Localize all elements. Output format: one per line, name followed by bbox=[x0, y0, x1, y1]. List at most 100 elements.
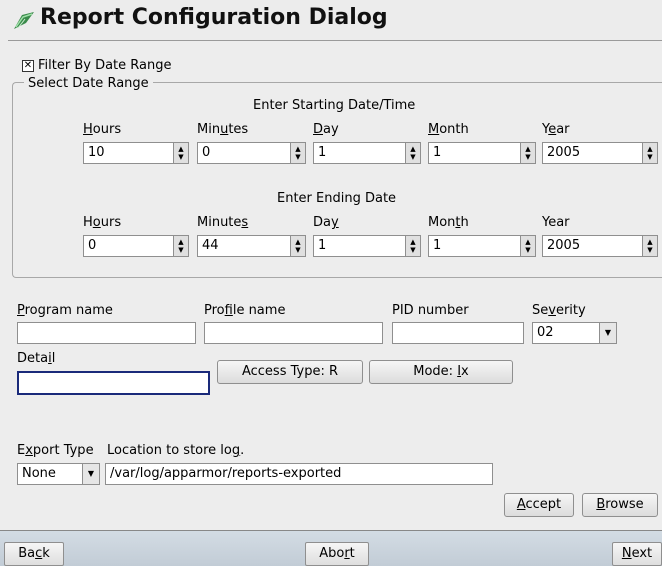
browse-mnemonic: B bbox=[596, 497, 606, 512]
start-hours-spinbox[interactable]: 10 ▲ ▼ bbox=[83, 142, 189, 164]
end-hours-value: 0 bbox=[88, 238, 97, 253]
detail-rest: l bbox=[51, 351, 56, 366]
start-day-label: Day bbox=[313, 122, 339, 137]
start-minutes-rest: tes bbox=[228, 122, 249, 137]
end-month-prefix: Mon bbox=[428, 215, 456, 230]
program-mnemonic: P bbox=[17, 303, 25, 318]
accept-button[interactable]: Accept bbox=[504, 493, 574, 517]
start-day-value: 1 bbox=[318, 145, 327, 160]
end-month-label: Month bbox=[428, 215, 469, 230]
dialog-title: Report Configuration Dialog bbox=[40, 5, 388, 30]
start-month-label: Month bbox=[428, 122, 469, 137]
profile-name-input[interactable] bbox=[204, 322, 383, 344]
start-year-label: Year bbox=[542, 122, 570, 137]
end-hours-mnemonic: o bbox=[92, 215, 101, 230]
next-button[interactable]: Next bbox=[612, 542, 662, 566]
abort-prefix: Abo bbox=[319, 546, 345, 561]
back-prefix: Ba bbox=[18, 546, 36, 561]
profile-rest: ile name bbox=[232, 303, 286, 318]
export-rest: port Type bbox=[32, 443, 94, 458]
abort-button[interactable]: Abort bbox=[305, 542, 369, 566]
browse-button[interactable]: Browse bbox=[582, 493, 658, 517]
spin-arrows-icon[interactable]: ▲ ▼ bbox=[642, 143, 657, 163]
mode-button-rest: x bbox=[461, 364, 469, 379]
severity-select[interactable]: 02 ▼ bbox=[532, 322, 617, 344]
chevron-down-icon[interactable]: ▼ bbox=[599, 323, 616, 343]
next-mnemonic: N bbox=[621, 546, 632, 561]
severity-prefix: Se bbox=[532, 303, 549, 318]
end-year-spinbox[interactable]: 2005 ▲ ▼ bbox=[542, 235, 658, 257]
end-month-rest: h bbox=[460, 215, 469, 230]
end-minutes-label: Minutes bbox=[197, 215, 248, 230]
apparmor-logo-icon bbox=[14, 12, 34, 29]
spin-arrows-icon[interactable]: ▲ ▼ bbox=[173, 236, 188, 256]
severity-label: Severity bbox=[532, 303, 586, 318]
back-rest: k bbox=[42, 546, 50, 561]
profile-name-label: Profile name bbox=[204, 303, 285, 318]
start-year-rest: ar bbox=[556, 122, 570, 137]
end-hours-label: Hours bbox=[83, 215, 121, 230]
start-hours-rest: ours bbox=[92, 122, 122, 137]
export-type-select[interactable]: None ▼ bbox=[17, 463, 100, 485]
end-month-spinbox[interactable]: 1 ▲ ▼ bbox=[428, 235, 536, 257]
spin-arrows-icon[interactable]: ▲ ▼ bbox=[405, 236, 420, 256]
location-label: Location to store log. bbox=[107, 443, 244, 458]
spin-arrows-icon[interactable]: ▲ ▼ bbox=[290, 236, 305, 256]
filter-date-checkbox[interactable]: ✕ bbox=[22, 60, 34, 72]
start-month-rest: onth bbox=[439, 122, 469, 137]
back-button[interactable]: Back bbox=[4, 542, 64, 566]
start-hours-value: 10 bbox=[88, 145, 105, 160]
pid-number-label: PID number bbox=[392, 303, 469, 318]
abort-rest: t bbox=[349, 546, 355, 561]
spin-arrows-icon[interactable]: ▲ ▼ bbox=[520, 143, 535, 163]
end-hours-prefix: H bbox=[83, 215, 93, 230]
start-year-spinbox[interactable]: 2005 ▲ ▼ bbox=[542, 142, 658, 164]
program-name-input[interactable] bbox=[17, 322, 196, 344]
export-type-value: None bbox=[22, 466, 56, 481]
end-hours-spinbox[interactable]: 0 ▲ ▼ bbox=[83, 235, 189, 257]
filter-date-label: Filter By Date Range bbox=[38, 58, 172, 73]
location-prefix: Location to store lo bbox=[107, 443, 232, 458]
end-day-spinbox[interactable]: 1 ▲ ▼ bbox=[313, 235, 421, 257]
title-divider bbox=[8, 40, 662, 41]
mode-button[interactable]: Mode: Ix bbox=[369, 360, 513, 384]
start-day-mnemonic: D bbox=[313, 122, 324, 137]
program-name-label: Program name bbox=[17, 303, 113, 318]
end-day-prefix: Da bbox=[313, 215, 331, 230]
start-minutes-value: 0 bbox=[202, 145, 211, 160]
end-day-mnemonic: y bbox=[330, 215, 339, 230]
mode-button-prefix: Mode: bbox=[413, 364, 458, 379]
detail-prefix: Deta bbox=[17, 351, 49, 366]
start-minutes-label: Minutes bbox=[197, 122, 248, 137]
access-type-button[interactable]: Access Type: R bbox=[217, 360, 363, 384]
end-minutes-value: 44 bbox=[202, 238, 219, 253]
location-input[interactable]: /var/log/apparmor/reports-exported bbox=[105, 463, 493, 485]
spin-arrows-icon[interactable]: ▲ ▼ bbox=[405, 143, 420, 163]
spin-arrows-icon[interactable]: ▲ ▼ bbox=[173, 143, 188, 163]
detail-label: Detail bbox=[17, 351, 55, 366]
end-year-value: 2005 bbox=[547, 238, 581, 253]
location-mnemonic: g bbox=[231, 443, 241, 458]
severity-value: 02 bbox=[537, 325, 554, 340]
chevron-down-icon[interactable]: ▼ bbox=[82, 464, 99, 484]
detail-input[interactable] bbox=[17, 371, 210, 395]
spin-arrows-icon[interactable]: ▲ ▼ bbox=[290, 143, 305, 163]
end-minutes-spinbox[interactable]: 44 ▲ ▼ bbox=[197, 235, 306, 257]
start-minutes-spinbox[interactable]: 0 ▲ ▼ bbox=[197, 142, 306, 164]
profile-mnemonic: f bbox=[224, 303, 233, 318]
spin-arrows-icon[interactable]: ▲ ▼ bbox=[642, 236, 657, 256]
accept-mnemonic: A bbox=[516, 497, 526, 512]
end-year-label: Year bbox=[542, 215, 570, 230]
severity-mnemonic: v bbox=[548, 303, 556, 318]
accept-rest: ccept bbox=[525, 497, 562, 512]
end-day-value: 1 bbox=[318, 238, 327, 253]
pid-number-input[interactable] bbox=[392, 322, 524, 344]
end-minutes-mnemonic: s bbox=[241, 215, 249, 230]
program-rest: rogram name bbox=[24, 303, 113, 318]
start-heading: Enter Starting Date/Time bbox=[253, 98, 416, 113]
profile-prefix: Pro bbox=[204, 303, 225, 318]
browse-rest: rowse bbox=[605, 497, 644, 512]
start-day-spinbox[interactable]: 1 ▲ ▼ bbox=[313, 142, 421, 164]
spin-arrows-icon[interactable]: ▲ ▼ bbox=[520, 236, 535, 256]
start-month-spinbox[interactable]: 1 ▲ ▼ bbox=[428, 142, 536, 164]
